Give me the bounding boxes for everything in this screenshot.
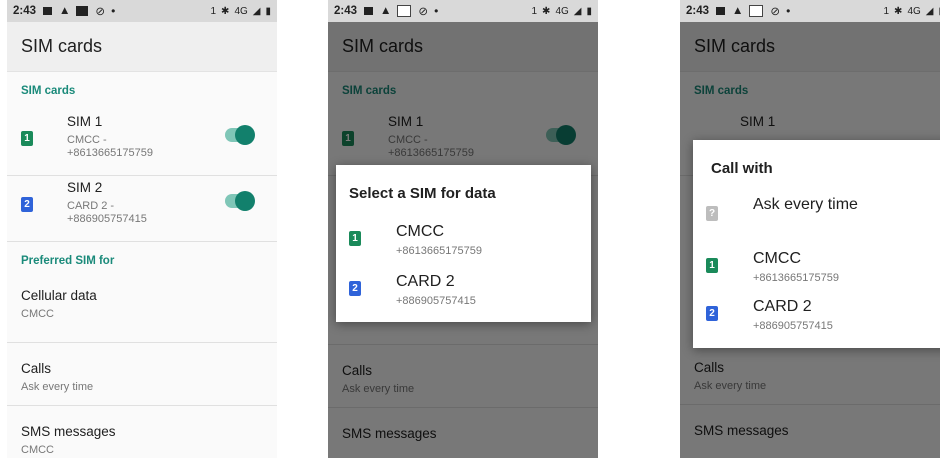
pref-title: Calls: [21, 361, 52, 376]
network-type: 4G: [234, 5, 248, 17]
notification-icon: [43, 7, 53, 15]
option-ask-every-time[interactable]: ? Ask every time: [693, 196, 940, 252]
pref-sms[interactable]: SMS messages CMCC: [7, 406, 277, 458]
status-right: 1 ✱ 4G ◢ ▮: [210, 6, 271, 17]
bluetooth-icon: ✱: [542, 5, 551, 17]
pref-title: SMS messages: [21, 424, 116, 439]
sim-indicator-icon: 1: [210, 5, 217, 17]
sim1-toggle[interactable]: [225, 125, 255, 145]
network-type: 4G: [555, 5, 569, 17]
option-number: +8613665175759: [396, 245, 482, 257]
clock: 2:43: [334, 5, 358, 17]
question-icon: ?: [706, 206, 718, 221]
notification-icon: [364, 7, 374, 15]
section-header-sims: SIM cards: [21, 85, 76, 97]
bluetooth-icon: ✱: [221, 5, 230, 17]
status-right: 1 ✱ 4G ◢ ▮: [531, 6, 592, 17]
sim-row-1[interactable]: 1 SIM 1 CMCC - +8613665175759: [7, 110, 277, 176]
pref-value: CMCC: [21, 444, 54, 456]
sync-icon: ⊘: [95, 6, 106, 18]
phone-screen-3: 2:43 ▲ ⊘ • 1 ✱ 4G ◢ ▮ SIM cards SIM card…: [680, 0, 940, 458]
battery-icon: ▮: [586, 5, 592, 17]
option-sim2[interactable]: 2 CARD 2 +886905757415: [693, 296, 940, 352]
sync-icon: ⊘: [418, 6, 429, 18]
phone-screen-2: 2:43 ▲ ⊘ • 1 ✱ 4G ◢ ▮ SIM cards SIM card…: [328, 0, 598, 458]
pref-title: Cellular data: [21, 288, 97, 303]
dot-icon: •: [786, 4, 791, 18]
phone-screen-1: 2:43 ▲ ⊘ • 1 ✱ 4G ◢ ▮ SIM cards SIM card…: [7, 0, 277, 458]
option-name: Ask every time: [753, 196, 858, 213]
signal-icon: ◢: [252, 5, 261, 17]
warning-icon: ▲: [732, 5, 744, 17]
sim-details: CARD 2 - +886905757415: [67, 200, 147, 225]
sim-indicator-icon: 1: [531, 5, 538, 17]
option-name: CMCC: [753, 250, 801, 267]
option-number: +8613665175759: [753, 272, 839, 284]
status-bar: 2:43 ▲ ⊘ • 1 ✱ 4G ◢ ▮: [328, 0, 598, 22]
option-sim2[interactable]: 2 CARD 2 +886905757415: [336, 271, 591, 327]
clock: 2:43: [686, 5, 710, 17]
sim-indicator-icon: 1: [883, 5, 890, 17]
warning-icon: ▲: [380, 5, 392, 17]
notification-icon: [716, 7, 726, 15]
dialog-title: Call with: [711, 160, 773, 177]
dialog-title: Select a SIM for data: [349, 185, 496, 202]
sim-details: CMCC - +8613665175759: [67, 134, 153, 159]
notification-icon: [76, 6, 89, 16]
sim2-icon: 2: [706, 306, 718, 321]
sim1-icon: 1: [349, 231, 361, 246]
sim1-icon: 1: [706, 258, 718, 273]
signal-icon: ◢: [925, 5, 934, 17]
network-type: 4G: [907, 5, 921, 17]
dot-icon: •: [111, 4, 116, 18]
notification-icon: [397, 5, 412, 17]
sim2-icon: 2: [349, 281, 361, 296]
pref-value: CMCC: [21, 308, 54, 320]
pref-value: Ask every time: [21, 381, 94, 393]
status-bar: 2:43 ▲ ⊘ • 1 ✱ 4G ◢ ▮: [7, 0, 277, 22]
sim2-icon: 2: [21, 197, 33, 212]
status-bar: 2:43 ▲ ⊘ • 1 ✱ 4G ◢ ▮: [680, 0, 940, 22]
notification-icon: [749, 5, 764, 17]
bluetooth-icon: ✱: [894, 5, 903, 17]
warning-icon: ▲: [59, 5, 71, 17]
option-name: CARD 2: [396, 273, 455, 290]
battery-icon: ▮: [265, 5, 271, 17]
pref-cellular-data[interactable]: Cellular data CMCC: [7, 280, 277, 343]
clock: 2:43: [13, 5, 37, 17]
option-sim1[interactable]: 1 CMCC +8613665175759: [336, 221, 591, 277]
status-right: 1 ✱ 4G ◢ ▮: [883, 6, 940, 17]
sim2-toggle[interactable]: [225, 191, 255, 211]
section-header-preferred: Preferred SIM for: [21, 255, 115, 267]
sim-row-2[interactable]: 2 SIM 2 CARD 2 - +886905757415: [7, 176, 277, 242]
select-sim-data-dialog: Select a SIM for data 1 CMCC +8613665175…: [336, 165, 591, 322]
signal-icon: ◢: [573, 5, 582, 17]
option-number: +886905757415: [753, 320, 833, 332]
sim-name: SIM 2: [67, 180, 103, 195]
sync-icon: ⊘: [770, 6, 781, 18]
sim-name: SIM 1: [67, 114, 103, 129]
option-name: CARD 2: [753, 298, 812, 315]
option-name: CMCC: [396, 223, 444, 240]
sim1-icon: 1: [21, 131, 33, 146]
dot-icon: •: [434, 4, 439, 18]
option-number: +886905757415: [396, 295, 476, 307]
pref-calls[interactable]: Calls Ask every time: [7, 343, 277, 406]
call-with-dialog: Call with ? Ask every time 1 CMCC +86136…: [693, 140, 940, 348]
page-title: SIM cards: [7, 22, 277, 72]
